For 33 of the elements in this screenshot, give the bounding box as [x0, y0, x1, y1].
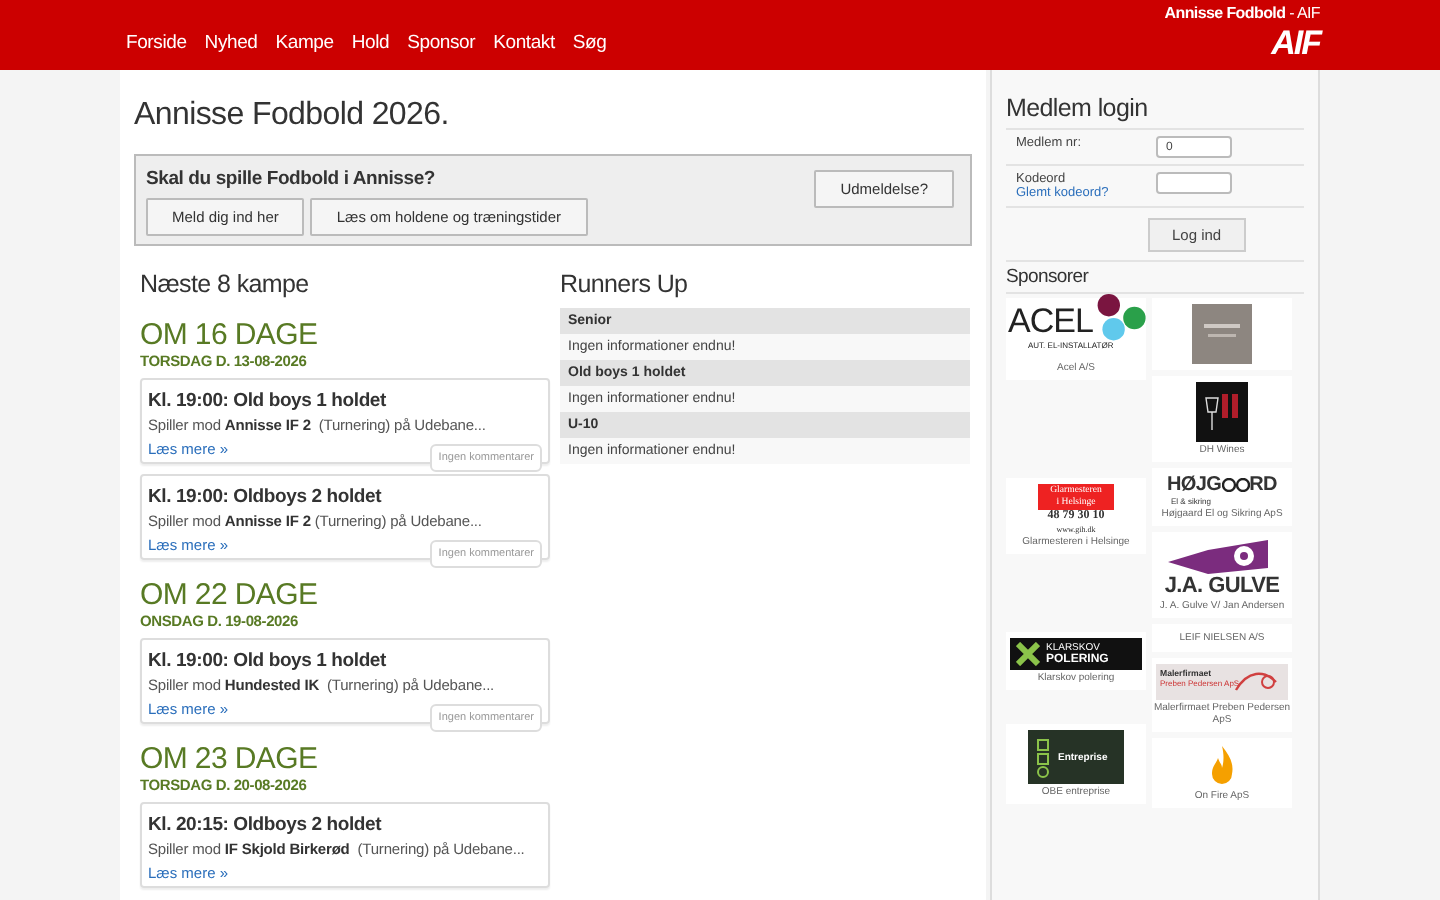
- nav-link[interactable]: Nyhed: [204, 32, 258, 54]
- match-title: Kl. 20:15: Oldboys 2 holdet: [148, 814, 384, 836]
- section-heading: Runners Up: [560, 270, 690, 300]
- panel-title: Medlem login: [1006, 94, 1150, 122]
- match-title: Kl. 19:00: Oldboys 2 holdet: [148, 486, 384, 508]
- letters-icon: [1036, 737, 1052, 777]
- nav-link[interactable]: Hold: [351, 32, 390, 54]
- logo-text: ACEL: [1008, 304, 1093, 340]
- nav-link[interactable]: Kontakt: [493, 32, 555, 54]
- logo-text: RD: [1249, 474, 1277, 496]
- nav-link[interactable]: Søg: [572, 32, 607, 54]
- page-title: Annisse Fodbold 2026.: [134, 98, 451, 134]
- logo-text: HØJG: [1167, 474, 1222, 496]
- site-title: Annisse Fodbold - AIF: [1164, 4, 1320, 22]
- lock-icon: [1221, 478, 1250, 492]
- logo-text: J.A. GULVE: [1164, 574, 1280, 598]
- match-title: Kl. 19:00: Old boys 1 holdet: [148, 390, 388, 412]
- wine-glass-icon: [1196, 382, 1248, 442]
- x-icon: [1016, 642, 1040, 666]
- club-logo: AIF: [1271, 24, 1320, 64]
- nav-link[interactable]: Forside: [126, 32, 187, 54]
- panel-title: Sponsorer: [1006, 260, 1304, 294]
- match-countdown: OM 23 DAGE: [140, 744, 320, 776]
- match-title: Kl. 19:00: Old boys 1 holdet: [148, 650, 388, 672]
- nav-link[interactable]: Kampe: [275, 32, 334, 54]
- signup-question: Skal du spille Fodbold i Annisse?: [146, 168, 438, 190]
- sponsor-card[interactable]: [1152, 298, 1292, 370]
- match-countdown: OM 22 DAGE: [140, 580, 320, 612]
- nav-link[interactable]: Sponsor: [407, 32, 476, 54]
- match-countdown: OM 16 DAGE: [140, 320, 320, 352]
- flame-icon: [1208, 744, 1236, 788]
- password-field[interactable]: [1156, 172, 1232, 194]
- section-heading: Næste 8 kampe: [140, 270, 311, 300]
